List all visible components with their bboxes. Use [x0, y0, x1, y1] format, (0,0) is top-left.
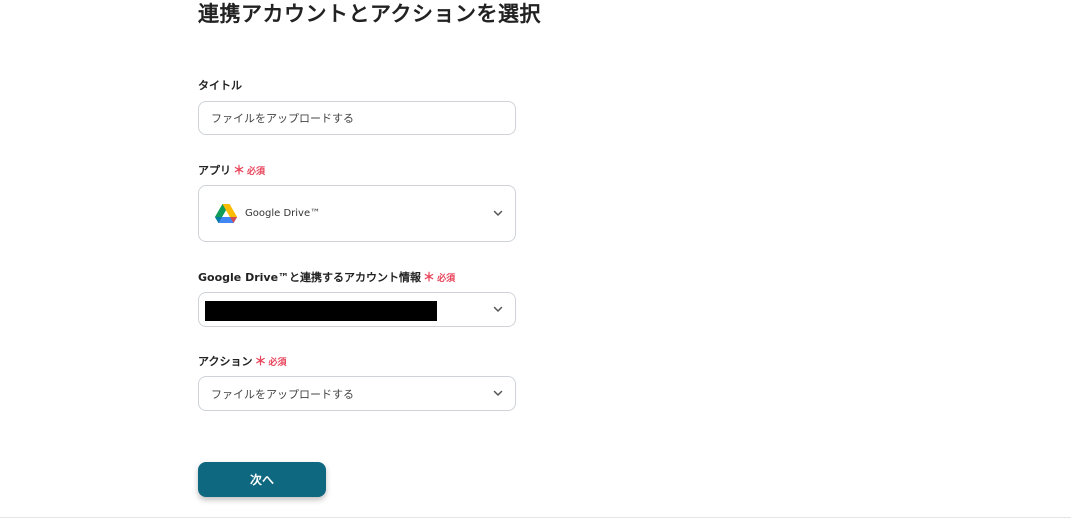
- required-indicator: ＊必須: [423, 270, 456, 284]
- action-selected-value: ファイルをアップロードする: [211, 387, 354, 401]
- title-field[interactable]: [198, 101, 516, 135]
- title-label-text: タイトル: [198, 79, 242, 92]
- required-asterisk: ＊: [254, 354, 267, 368]
- title-label: タイトル: [198, 78, 242, 94]
- required-indicator: ＊必須: [254, 354, 287, 368]
- google-drive-icon: [215, 203, 237, 224]
- account-label-text: Google Drive™と連携するアカウント情報: [198, 271, 422, 284]
- app-selected-value: Google Drive™: [215, 186, 320, 241]
- app-label-text: アプリ: [198, 164, 231, 177]
- bottom-divider: [0, 517, 1071, 518]
- redacted-account-value: [205, 301, 437, 321]
- required-indicator: ＊必須: [233, 163, 266, 177]
- account-label: Google Drive™と連携するアカウント情報＊必須: [198, 269, 455, 287]
- page-title: 連携アカウントとアクションを選択: [198, 2, 541, 26]
- action-label-text: アクション: [198, 355, 253, 368]
- required-text: 必須: [247, 167, 266, 177]
- action-label: アクション＊必須: [198, 353, 286, 371]
- required-text: 必須: [268, 358, 287, 368]
- app-select[interactable]: Google Drive™: [198, 185, 516, 242]
- account-select[interactable]: [198, 292, 516, 327]
- page: 連携アカウントとアクションを選択 タイトル アプリ＊必須: [0, 0, 1071, 519]
- chevron-down-icon[interactable]: [493, 208, 503, 218]
- app-name: Google Drive™: [245, 208, 321, 219]
- next-button[interactable]: 次へ: [198, 462, 326, 497]
- required-asterisk: ＊: [423, 270, 436, 284]
- title-input[interactable]: [199, 102, 515, 134]
- action-select[interactable]: ファイルをアップロードする: [198, 376, 516, 411]
- chevron-down-icon[interactable]: [493, 304, 503, 314]
- required-text: 必須: [437, 274, 456, 284]
- app-label: アプリ＊必須: [198, 162, 265, 180]
- chevron-down-icon[interactable]: [493, 388, 503, 398]
- required-asterisk: ＊: [233, 163, 246, 177]
